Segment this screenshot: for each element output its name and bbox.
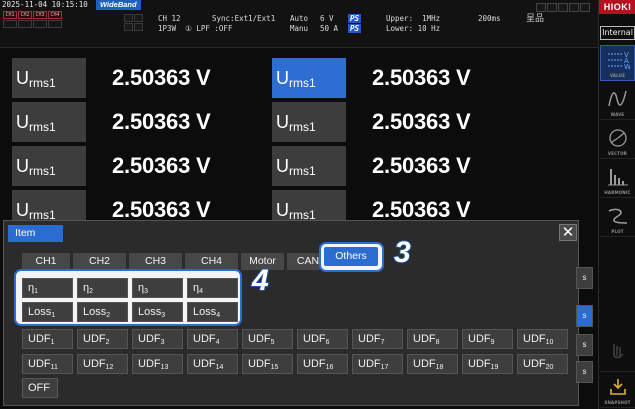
measurement-value: 2.50363 V (112, 153, 211, 178)
tab-ch4[interactable]: CH4 (185, 253, 238, 270)
snapshot-button[interactable]: SNAPSHOT (600, 372, 635, 408)
brand-logo: HIOKI (599, 0, 635, 14)
vector-icon (608, 129, 627, 147)
lpf-status: 1P3W ① LPF :OFF (158, 24, 233, 33)
ps-badge: PS (348, 24, 362, 33)
range-indicator-grid (124, 14, 143, 31)
step-callout-3: 3 (393, 236, 412, 269)
tab-ch1[interactable]: CH1 (22, 253, 70, 270)
udf7-button[interactable]: UDF7 (352, 329, 403, 349)
udf4-button[interactable]: UDF4 (187, 329, 238, 349)
dialog-title: Item (8, 225, 63, 242)
udf8-button[interactable]: UDF8 (407, 329, 458, 349)
svg-text:W: W (624, 63, 630, 71)
wave-screen-button[interactable]: WAVE (600, 84, 635, 120)
measurement-label[interactable]: Urms1 (12, 58, 86, 98)
time-window: 200ms (478, 14, 501, 23)
tab-others[interactable]: Others (324, 247, 378, 266)
measurement-value: 2.50363 V (372, 65, 471, 90)
others-tab-highlight: Others (319, 242, 384, 272)
harmonic-icon (607, 169, 628, 186)
eta4-button[interactable]: η4 (187, 278, 238, 298)
key-lock-indicators (536, 3, 590, 12)
measurement-label-selected[interactable]: Urms1 (272, 58, 346, 98)
measurement-value: 2.50363 V (372, 153, 471, 178)
loss3-button[interactable]: Loss3 (132, 302, 183, 322)
plot-icon (608, 208, 627, 224)
udf19-button[interactable]: UDF19 (462, 354, 513, 374)
sync-source: Sync:Ext1/Ext1 (212, 14, 276, 23)
udf18-button[interactable]: UDF18 (407, 354, 458, 374)
dim-screen-button[interactable] (600, 336, 635, 372)
vector-screen-button[interactable]: VECTOR (600, 123, 635, 159)
close-button[interactable]: ✕ (559, 224, 577, 241)
tab-ch2[interactable]: CH2 (73, 253, 126, 270)
upper-frequency: Upper: 1MHz (386, 14, 441, 23)
udf6-button[interactable]: UDF6 (297, 329, 348, 349)
udf2-button[interactable]: UDF2 (77, 329, 128, 349)
voltage-range-mode: Auto (290, 14, 309, 23)
snapshot-icon (609, 379, 626, 395)
channel-tabs: CH1 CH2 CH3 CH4 Motor CAN (22, 253, 329, 270)
measurement-label[interactable]: Urms1 (12, 102, 86, 142)
measurement-label[interactable]: Urms1 (272, 146, 346, 186)
channel-indicators: CH1 CH2 CH3 CH4 (3, 11, 62, 28)
eta1-button[interactable]: η1 (22, 278, 73, 298)
side-option-button[interactable]: s (576, 267, 593, 289)
udf13-button[interactable]: UDF13 (132, 354, 183, 374)
mode-badge: WideBand (96, 0, 141, 10)
eta3-button[interactable]: η3 (132, 278, 183, 298)
udf9-button[interactable]: UDF9 (462, 329, 513, 349)
internal-mode-button[interactable]: Internal (600, 26, 635, 40)
udf17-button[interactable]: UDF17 (352, 354, 403, 374)
hold-status: 呈品 (526, 14, 545, 24)
side-option-button-selected[interactable]: s (576, 305, 593, 327)
measurement-label[interactable]: Urms1 (272, 102, 346, 142)
hand-icon (612, 344, 624, 359)
harmonic-screen-button[interactable]: HARMONIC (600, 162, 635, 198)
loss1-button[interactable]: Loss1 (22, 302, 73, 322)
loss4-button[interactable]: Loss4 (187, 302, 238, 322)
udf5-button[interactable]: UDF5 (242, 329, 293, 349)
loss2-button[interactable]: Loss2 (77, 302, 128, 322)
eta2-button[interactable]: η2 (77, 278, 128, 298)
side-option-button[interactable]: s (576, 361, 593, 383)
udf14-button[interactable]: UDF14 (187, 354, 238, 374)
tab-ch3[interactable]: CH3 (129, 253, 182, 270)
measurement-value: 2.50363 V (112, 109, 211, 134)
udf12-button[interactable]: UDF12 (77, 354, 128, 374)
udf10-button[interactable]: UDF10 (517, 329, 568, 349)
status-bar: 2025-11-04 10:15:10 WideBand CH1 CH2 CH3 CH… (0, 0, 598, 48)
udf16-button[interactable]: UDF16 (297, 354, 348, 374)
lower-frequency: Lower: 10 Hz (386, 24, 441, 33)
current-range: 50 A (320, 24, 339, 33)
measurement-label[interactable]: Urms1 (12, 146, 86, 186)
value-screen-button[interactable]: VAW VALUE (600, 45, 635, 81)
plot-screen-button[interactable]: PLOT (600, 201, 635, 237)
udf3-button[interactable]: UDF3 (132, 329, 183, 349)
wave-icon (607, 90, 627, 107)
measurement-value: 2.50363 V (112, 65, 211, 90)
value-icon: VAW (607, 51, 630, 71)
current-range-mode: Manu (290, 24, 309, 33)
udf15-button[interactable]: UDF15 (242, 354, 293, 374)
measurement-value: 2.50363 V (372, 109, 471, 134)
udf1-button[interactable]: UDF1 (22, 329, 73, 349)
datetime: 2025-11-04 10:15:10 (2, 0, 88, 9)
voltage-range: 6 V (320, 14, 334, 23)
right-sidebar: HIOKI Internal VAW VALUE WAVE VECTOR HAR… (598, 0, 635, 409)
udf20-button[interactable]: UDF20 (517, 354, 568, 374)
ps-badge: PS (348, 14, 362, 23)
side-option-button[interactable]: s (576, 334, 593, 356)
step-callout-4: 4 (251, 264, 270, 297)
channel-wiring: CH 12 (158, 14, 181, 23)
off-button[interactable]: OFF (22, 378, 58, 398)
udf11-button[interactable]: UDF11 (22, 354, 73, 374)
